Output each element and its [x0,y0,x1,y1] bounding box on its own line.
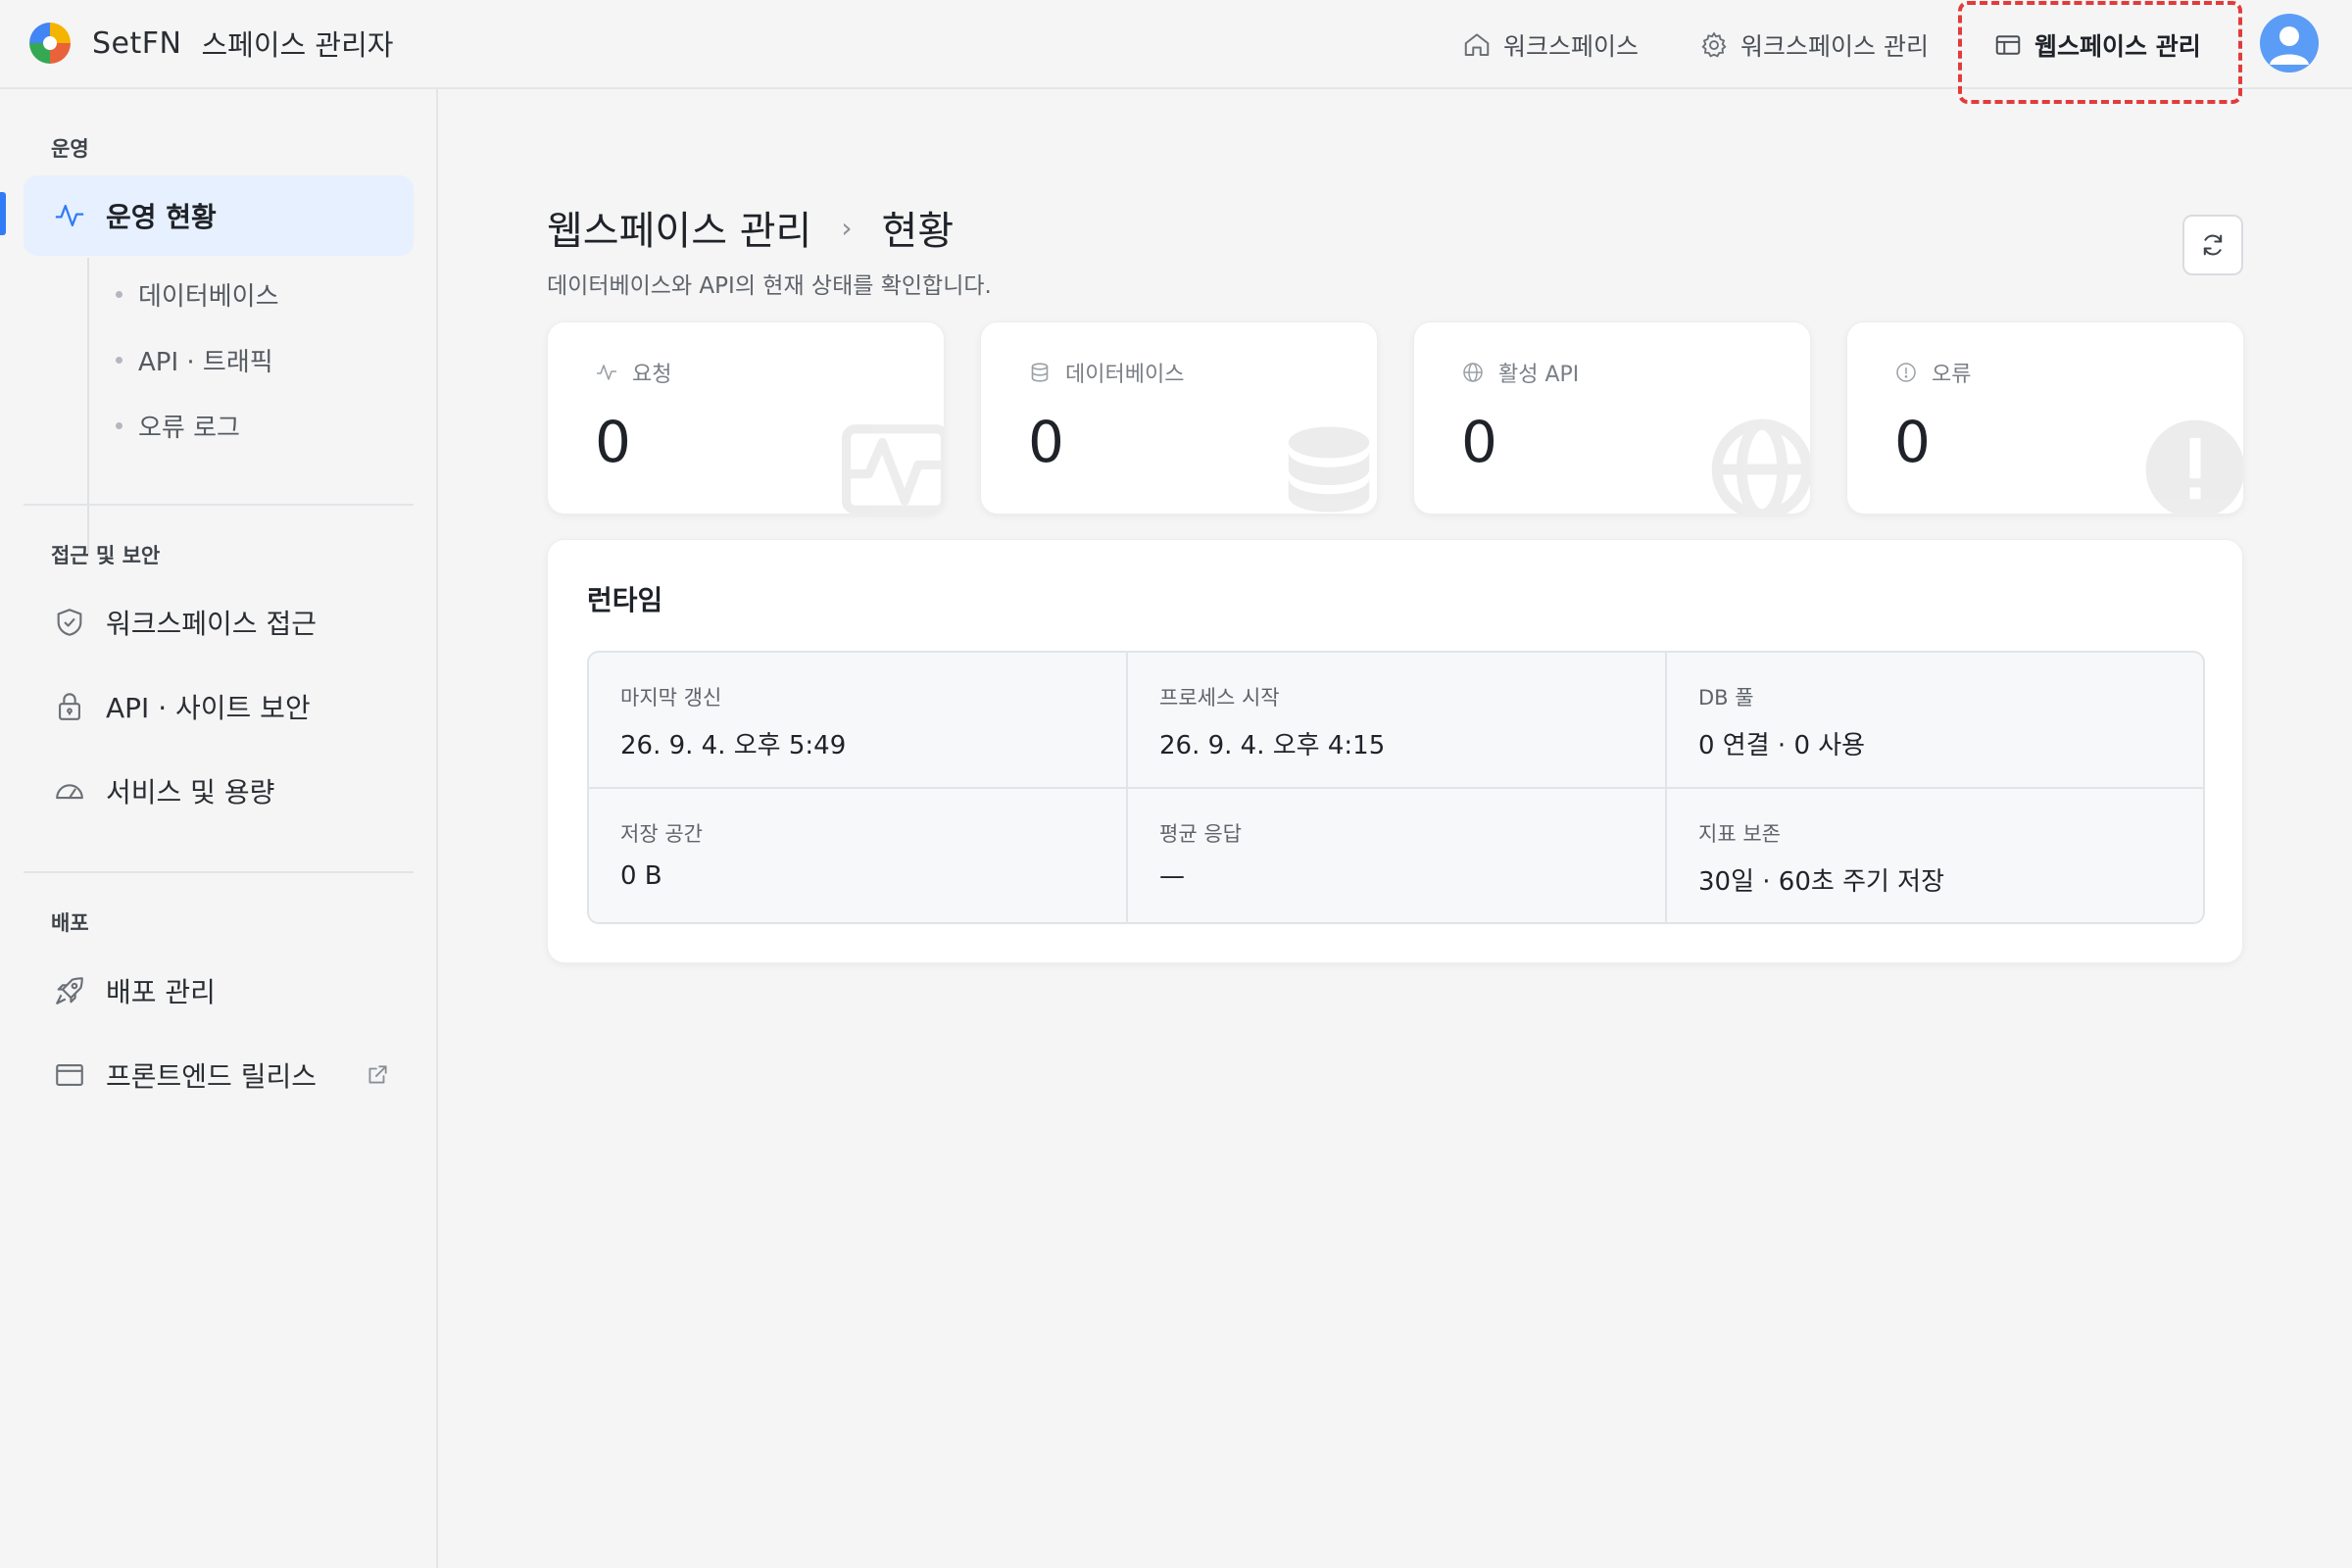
runtime-value: 30일 · 60초 주기 저장 [1698,867,1945,897]
brand-name: SetFN [92,25,182,61]
stat-card-errors: 오류 0 [1846,321,2244,514]
gear-icon [1701,31,1727,58]
runtime-cell-db-pool: DB 풀 0 연결 · 0 사용 [1667,653,2203,788]
runtime-key: 지표 보존 [1698,822,1781,846]
avatar-icon [2270,26,2309,65]
browser-window-icon [56,1064,83,1086]
sidebar-item-workspace-access[interactable]: 워크스페이스 접근 [24,582,414,662]
external-link-icon [368,1065,387,1084]
stat-card-active-api: 활성 API 0 [1413,321,1811,514]
sidebar-item-api-site-security[interactable]: API · 사이트 보안 [24,666,414,747]
runtime-cell-last-refresh: 마지막 갱신 26. 9. 4. 오후 5:49 [589,653,1127,788]
stat-label: 요청 [632,363,672,387]
sidebar-subitem-label: 데이터베이스 [138,281,279,312]
nav-workspace-manage[interactable]: 워크스페이스 관리 [1699,22,1929,69]
sidebar-item-label: 서비스 및 용량 [106,776,275,808]
runtime-key: 저장 공간 [620,822,703,846]
sidebar-item-label: 워크스페이스 접근 [106,608,317,640]
sidebar-item-service-usage[interactable]: 서비스 및 용량 [24,751,414,831]
database-bg-icon [1288,426,1370,513]
nav-workspace-label: 워크스페이스 [1503,32,1640,61]
sidebar: 운영 운영 현황 데이터베이스 API · 트래픽 오류 로그 접근 및 보안 … [0,89,438,1568]
section-title-access: 접근 및 보안 [51,544,161,567]
section-title-deploy: 배포 [51,911,89,935]
page-title: 현황 [881,209,955,254]
runtime-value: 26. 9. 4. 오후 5:49 [620,731,847,760]
refresh-icon [2203,234,2223,256]
refresh-button[interactable] [2182,215,2243,275]
brand[interactable]: SetFN 스페이스 관리자 [27,20,393,67]
runtime-panel: 런타임 마지막 갱신 26. 9. 4. 오후 5:49 프로세스 시작 26.… [547,539,2243,963]
active-indicator [0,192,6,235]
stat-value: 0 [1894,409,1931,475]
stat-card-requests: 요청 0 [547,321,945,514]
stat-label: 활성 API [1498,363,1580,387]
stat-label: 데이터베이스 [1065,363,1185,387]
breadcrumb-parent[interactable]: 웹스페이스 관리 [547,199,811,256]
runtime-value: 0 B [620,861,662,891]
sidebar-subitem-database[interactable]: 데이터베이스 [116,274,279,314]
runtime-key: DB 풀 [1698,686,1754,710]
runtime-key: 마지막 갱신 [620,686,722,710]
nav-workspace-manage-label: 워크스페이스 관리 [1740,32,1929,61]
divider [24,504,414,506]
runtime-value: 0 연결 · 0 사용 [1698,731,1866,760]
highlight-box [1958,1,2242,104]
home-icon [1464,33,1490,56]
stat-card-database: 데이터베이스 0 [980,321,1378,514]
top-bar: SetFN 스페이스 관리자 워크스페이스 워크스페이스 관리 웹스페이스 관리 [0,0,2352,104]
stat-value: 0 [1028,409,1064,475]
runtime-value: 26. 9. 4. 오후 4:15 [1159,731,1386,760]
sidebar-item-label: 배포 관리 [106,976,216,1008]
sidebar-item-label: 운영 현황 [106,201,217,233]
globe-icon [1463,363,1483,382]
brand-subtitle: 스페이스 관리자 [201,28,394,62]
nav-workspace[interactable]: 워크스페이스 [1462,22,1639,69]
shield-icon [57,609,82,636]
activity-bg-icon [842,424,944,514]
chevron-right-icon: › [841,211,853,244]
bullet-dot [116,356,122,364]
runtime-key: 평균 응답 [1159,822,1242,846]
lock-icon [59,693,80,720]
runtime-cell-storage: 저장 공간 0 B [589,789,1127,922]
sidebar-item-deploy-manage[interactable]: 배포 관리 [24,951,414,1031]
rocket-icon [56,977,83,1004]
divider [24,871,414,873]
alert-circle-icon [1896,363,1916,382]
sidebar-subitem-label: API · 트래픽 [138,347,273,377]
sidebar-subitem-label: 오류 로그 [138,413,240,443]
sidebar-item-label: 프론트엔드 릴리스 [106,1060,317,1093]
sidebar-subitem-api-traffic[interactable]: API · 트래픽 [116,340,273,379]
bullet-dot [116,421,122,429]
stat-value: 0 [1461,409,1497,475]
globe-bg-icon [1711,418,1810,514]
page-subtitle: 데이터베이스와 API의 현재 상태를 확인합니다. [547,273,992,299]
runtime-cell-avg-response: 평균 응답 — [1128,789,1666,922]
runtime-value: — [1159,861,1185,891]
runtime-title: 런타임 [587,584,663,616]
runtime-grid: 마지막 갱신 26. 9. 4. 오후 5:49 프로세스 시작 26. 9. … [587,651,2205,924]
activity-icon [55,204,84,227]
stat-label: 오류 [1932,363,1972,387]
runtime-cell-metric-retention: 지표 보존 30일 · 60초 주기 저장 [1667,789,2203,922]
submenu-line [87,258,89,554]
sidebar-subitem-error-log[interactable]: 오류 로그 [116,406,240,445]
sidebar-item-label: API · 사이트 보안 [106,692,311,724]
activity-icon [597,365,616,380]
database-icon [1031,363,1049,382]
stat-value: 0 [595,409,631,475]
runtime-cell-process-start: 프로세스 시작 26. 9. 4. 오후 4:15 [1128,653,1666,788]
logo-icon [29,23,71,64]
bullet-dot [116,290,122,298]
avatar[interactable] [2260,14,2319,73]
runtime-key: 프로세스 시작 [1159,686,1280,710]
sidebar-item-frontend-release[interactable]: 프론트엔드 릴리스 [24,1035,414,1115]
alert-bg-icon [2145,419,2243,514]
breadcrumb: 웹스페이스 관리 › 현황 [547,198,954,257]
section-title-operations: 운영 [51,137,89,161]
sidebar-item-ops-status[interactable]: 운영 현황 [24,175,414,256]
gauge-icon [56,784,83,800]
